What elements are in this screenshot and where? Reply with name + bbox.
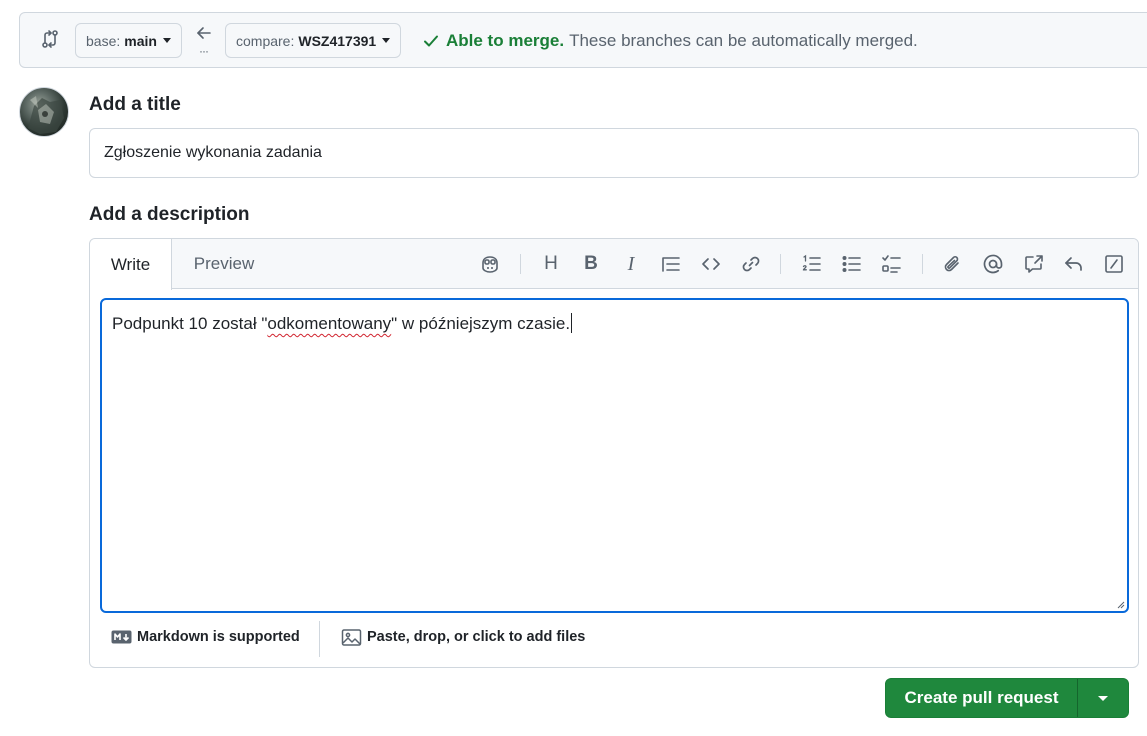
merge-status-title: Able to merge. bbox=[446, 31, 565, 50]
toolbar-divider bbox=[520, 254, 521, 274]
link-icon[interactable] bbox=[740, 253, 762, 275]
merge-status-message: These branches can be automatically merg… bbox=[569, 31, 918, 50]
misspelled-word: odkomentowany bbox=[267, 314, 392, 333]
copilot-icon[interactable] bbox=[479, 253, 501, 275]
attach-icon[interactable] bbox=[942, 253, 964, 275]
quote-icon[interactable] bbox=[660, 253, 682, 275]
image-icon bbox=[341, 629, 363, 646]
add-files-button[interactable]: Paste, drop, or click to add files bbox=[341, 629, 586, 646]
git-compare-icon bbox=[40, 29, 60, 49]
title-input[interactable] bbox=[89, 128, 1139, 178]
compare-branch-value: WSZ417391 bbox=[298, 32, 377, 49]
base-branch-value: main bbox=[124, 32, 157, 49]
create-pull-request-button[interactable]: Create pull request bbox=[886, 679, 1078, 717]
reply-icon[interactable] bbox=[1063, 253, 1085, 275]
tab-write[interactable]: Write bbox=[90, 239, 172, 290]
description-editor: Write Preview H B I Podpunkt 10 został "… bbox=[89, 238, 1139, 668]
code-icon[interactable] bbox=[700, 253, 722, 275]
italic-icon[interactable]: I bbox=[620, 253, 642, 275]
ordered-list-icon[interactable] bbox=[801, 253, 823, 275]
compare-branch-select[interactable]: compare: WSZ417391 bbox=[225, 23, 402, 58]
chevron-down-icon bbox=[1098, 695, 1108, 701]
text-cursor bbox=[571, 313, 573, 333]
bold-icon[interactable]: B bbox=[580, 253, 602, 275]
resize-handle-icon[interactable] bbox=[1115, 599, 1125, 609]
task-list-icon[interactable] bbox=[881, 253, 903, 275]
description-textarea[interactable]: Podpunkt 10 został "odkomentowany" w póź… bbox=[100, 298, 1129, 613]
compare-branch-label: compare: bbox=[236, 32, 295, 49]
description-text: Podpunkt 10 został "odkomentowany" w póź… bbox=[112, 313, 573, 334]
create-options-dropdown[interactable] bbox=[1078, 679, 1128, 717]
merge-status: Able to merge. These branches can be aut… bbox=[422, 31, 918, 51]
reference-icon[interactable] bbox=[1023, 253, 1045, 275]
ellipsis-icon: ··· bbox=[199, 44, 209, 58]
chevron-down-icon bbox=[162, 38, 171, 43]
description-text-end: " w późniejszym czasie. bbox=[391, 314, 571, 333]
title-heading: Add a title bbox=[89, 94, 181, 115]
heading-icon[interactable]: H bbox=[540, 253, 562, 275]
footer-divider bbox=[319, 621, 320, 657]
base-branch-select[interactable]: base: main bbox=[75, 23, 182, 58]
create-pull-request-group: Create pull request bbox=[885, 678, 1129, 718]
toolbar-divider bbox=[780, 254, 781, 274]
avatar bbox=[19, 87, 69, 137]
unordered-list-icon[interactable] bbox=[841, 253, 863, 275]
base-branch-label: base: bbox=[86, 32, 121, 49]
toolbar-divider bbox=[922, 254, 923, 274]
check-icon bbox=[422, 32, 440, 50]
description-text-start: Podpunkt 10 został " bbox=[112, 314, 268, 333]
description-heading: Add a description bbox=[89, 204, 250, 225]
markdown-supported-label: Markdown is supported bbox=[137, 629, 300, 645]
chevron-down-icon bbox=[382, 38, 391, 43]
editor-tabbar: Write Preview H B I bbox=[90, 239, 1138, 290]
markdown-supported-link[interactable]: Markdown is supported bbox=[111, 629, 300, 645]
mention-icon[interactable] bbox=[982, 253, 1004, 275]
markdown-icon bbox=[111, 629, 133, 645]
slash-command-icon[interactable] bbox=[1103, 253, 1125, 275]
compare-bar: base: main ··· compare: WSZ417391 Able t… bbox=[19, 12, 1147, 68]
add-files-label: Paste, drop, or click to add files bbox=[367, 629, 586, 645]
tab-preview[interactable]: Preview bbox=[176, 239, 272, 289]
arrow-left-icon: ··· bbox=[195, 25, 217, 59]
